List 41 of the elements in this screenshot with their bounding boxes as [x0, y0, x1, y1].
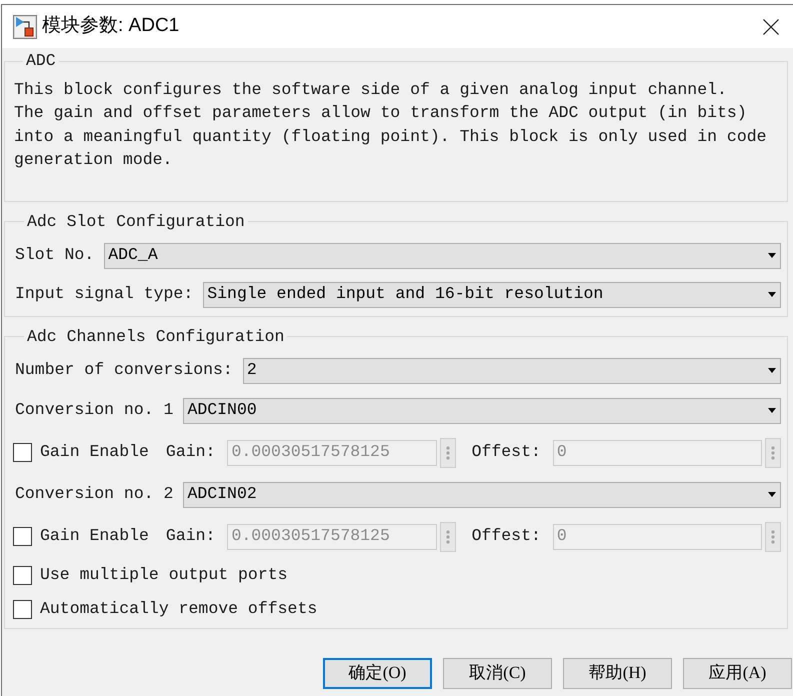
field-label: Conversion no. 2 — [15, 483, 174, 506]
vertical-dots-icon — [771, 530, 775, 544]
field-label: Gain: — [166, 441, 216, 464]
group-legend: Adc Channels Configuration — [24, 326, 288, 347]
dialog-button[interactable]: 取消(C) — [443, 658, 552, 689]
dropdown[interactable]: ADC_A — [104, 242, 781, 269]
field-label: Offest: — [472, 441, 541, 464]
field-label: Input signal type: — [15, 283, 194, 306]
dropdown[interactable]: ADCIN00 — [183, 398, 781, 424]
dialog-button[interactable]: 帮助(H) — [563, 658, 672, 689]
group-legend: Adc Slot Configuration — [24, 212, 248, 232]
caret-icon — [768, 368, 776, 374]
checkbox-label: Gain Enable — [40, 525, 149, 548]
close-button[interactable] — [763, 18, 779, 34]
dialog-button[interactable]: 应用(A) — [683, 658, 792, 689]
caret-icon — [768, 408, 776, 414]
checkbox-label: Gain Enable — [40, 441, 149, 464]
field-label: Conversion no. 1 — [15, 399, 174, 422]
checkbox[interactable] — [13, 600, 32, 620]
checkbox-label: Automatically remove offsets — [40, 598, 318, 620]
checkbox[interactable] — [13, 566, 32, 586]
field-label: Offest: — [472, 525, 541, 548]
field-label: Number of conversions: — [15, 359, 233, 382]
caret-icon — [768, 253, 776, 258]
group-legend: ADC — [23, 51, 59, 71]
dropdown[interactable]: Single ended input and 16-bit resolution — [203, 282, 781, 308]
dropdown[interactable]: 2 — [242, 358, 781, 384]
caret-icon — [768, 292, 776, 298]
dropdown[interactable]: ADCIN02 — [183, 482, 781, 508]
field-label: Gain: — [166, 525, 216, 548]
window-title: 模块参数: ADC1 — [42, 14, 180, 38]
vertical-dots-icon — [446, 530, 450, 544]
description-text: This block configures the software side of a given analog input channel. The gain and offset parameters allow to transform the ADC output (in bits) into a meaningful quantity (floating point). This block is only used in code generation mode. — [14, 79, 768, 172]
field-label: Slot No. — [15, 244, 94, 266]
close-icon — [763, 18, 779, 34]
vertical-dots-icon — [446, 446, 450, 460]
checkbox-label: Use multiple output ports — [40, 564, 288, 586]
caret-icon — [768, 492, 776, 498]
block-icon — [13, 14, 37, 38]
vertical-dots-icon — [771, 446, 775, 460]
dialog-button[interactable]: 确定(O) — [323, 658, 432, 689]
